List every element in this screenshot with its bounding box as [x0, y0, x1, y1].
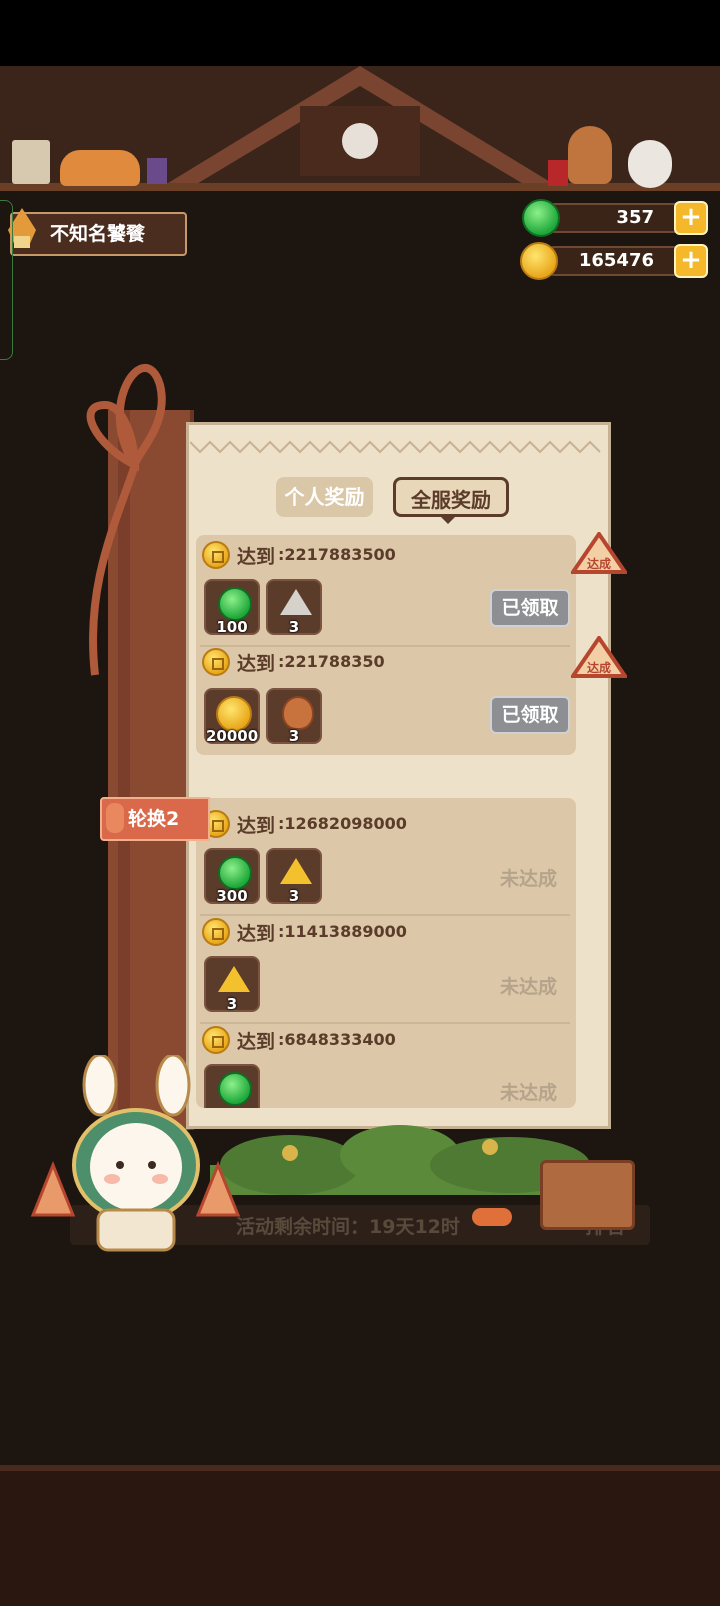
green-gem-icon: [218, 856, 252, 890]
tab-server-rewards[interactable]: 全服奖励: [393, 477, 509, 517]
coin-icon: [202, 541, 230, 569]
item-count: 3: [226, 995, 238, 1013]
achieved-badge-icon: 达成: [571, 636, 627, 678]
reach-label: 达到: [237, 653, 276, 675]
silver-rice-ball-icon: [280, 589, 312, 615]
row-divider: [200, 914, 570, 916]
item-count: 3: [288, 887, 300, 905]
reward-item[interactable]: 20000: [204, 688, 260, 745]
side-drawer-handle[interactable]: [0, 200, 13, 360]
achieved-badge-text: 达成: [587, 660, 611, 675]
tab-personal-rewards[interactable]: 个人奖励: [276, 477, 373, 517]
reach-target: :2217883500: [278, 545, 396, 564]
reward-item[interactable]: 300: [204, 848, 260, 905]
item-count: 300: [216, 887, 248, 905]
green-gem-icon: [522, 199, 560, 237]
status-bar: [0, 0, 720, 66]
gold-rice-ball-icon: [280, 858, 312, 884]
claimed-button[interactable]: 已领取: [490, 589, 570, 627]
reach-target: :221788350: [278, 652, 385, 671]
cat-icon: [60, 150, 140, 186]
reach-label: 达到: [237, 1031, 276, 1053]
carrot-icon: [472, 1208, 512, 1226]
reach-label: 达到: [237, 815, 276, 837]
white-cat-icon: [628, 140, 672, 188]
rabbit-mascot-icon: [30, 1055, 241, 1252]
reward-item[interactable]: 3: [266, 688, 322, 745]
reach-label: 达到: [237, 923, 276, 945]
chef-icon: [568, 126, 612, 184]
reach-target: :12682098000: [278, 814, 407, 833]
reward-item[interactable]: 3: [266, 848, 322, 905]
reward-item[interactable]: 3: [204, 956, 260, 1013]
achieved-badge-text: 达成: [587, 556, 611, 571]
coin-value: 165476: [578, 250, 654, 271]
carrot-icon: [106, 803, 124, 833]
coin-icon: [202, 1026, 230, 1054]
gold-coin-icon: [520, 242, 558, 280]
add-coins-button[interactable]: +: [674, 244, 708, 278]
reach-target: :6848333400: [278, 1030, 396, 1049]
player-name: 不知名饕餮: [50, 223, 146, 245]
item-count: 3: [288, 727, 300, 745]
achieved-badge-icon: 达成: [571, 532, 627, 574]
coin-counter: 165476: [540, 246, 690, 276]
add-gems-button[interactable]: +: [674, 201, 708, 235]
coin-icon: [202, 648, 230, 676]
rope-decoration: [86, 364, 166, 676]
pouch-icon: [282, 696, 314, 730]
claimed-button[interactable]: 已领取: [490, 696, 570, 734]
raccoon-icon: [342, 123, 378, 159]
paw-sign-icon: [12, 140, 50, 184]
not-reached-status: 未达成: [500, 868, 558, 890]
reward-row: 达到 :11413889000 3 未达成: [196, 918, 576, 1026]
red-jar-icon: [548, 160, 568, 186]
event-timer: 活动剩余时间：19天12时: [236, 1216, 460, 1238]
row-divider: [200, 1022, 570, 1024]
carrot-crate-icon: [540, 1160, 635, 1230]
reward-item[interactable]: 100: [204, 579, 260, 636]
reward-row: 达到 :6848333400 未达成: [196, 1026, 576, 1108]
not-reached-status: 未达成: [500, 976, 558, 998]
gem-counter: 357: [540, 203, 690, 233]
floor: [0, 1465, 720, 1606]
reward-row: 达到 :2217883500 100 3 已领取: [196, 535, 576, 643]
item-count: 100: [216, 618, 248, 636]
row-divider: [200, 645, 570, 647]
gem-value: 357: [616, 207, 654, 228]
green-gem-icon: [218, 587, 252, 621]
reward-item[interactable]: 3: [266, 579, 322, 636]
gold-rice-ball-icon: [218, 966, 250, 992]
active-tab-pointer: [440, 516, 456, 524]
not-reached-status: 未达成: [500, 1082, 558, 1104]
roof-truss: [155, 66, 565, 191]
item-count: 3: [288, 618, 300, 636]
jar-icon: [147, 158, 167, 184]
reward-row: 达到 :221788350 20000 3 已领取: [196, 648, 576, 756]
reach-label: 达到: [237, 546, 276, 568]
coin-icon: [202, 918, 230, 946]
panel-border-pattern: [190, 440, 601, 454]
reach-target: :11413889000: [278, 922, 407, 941]
item-count: 20000: [206, 727, 259, 745]
reward-row: 达到 :12682098000 300 3 未达成: [196, 810, 576, 918]
